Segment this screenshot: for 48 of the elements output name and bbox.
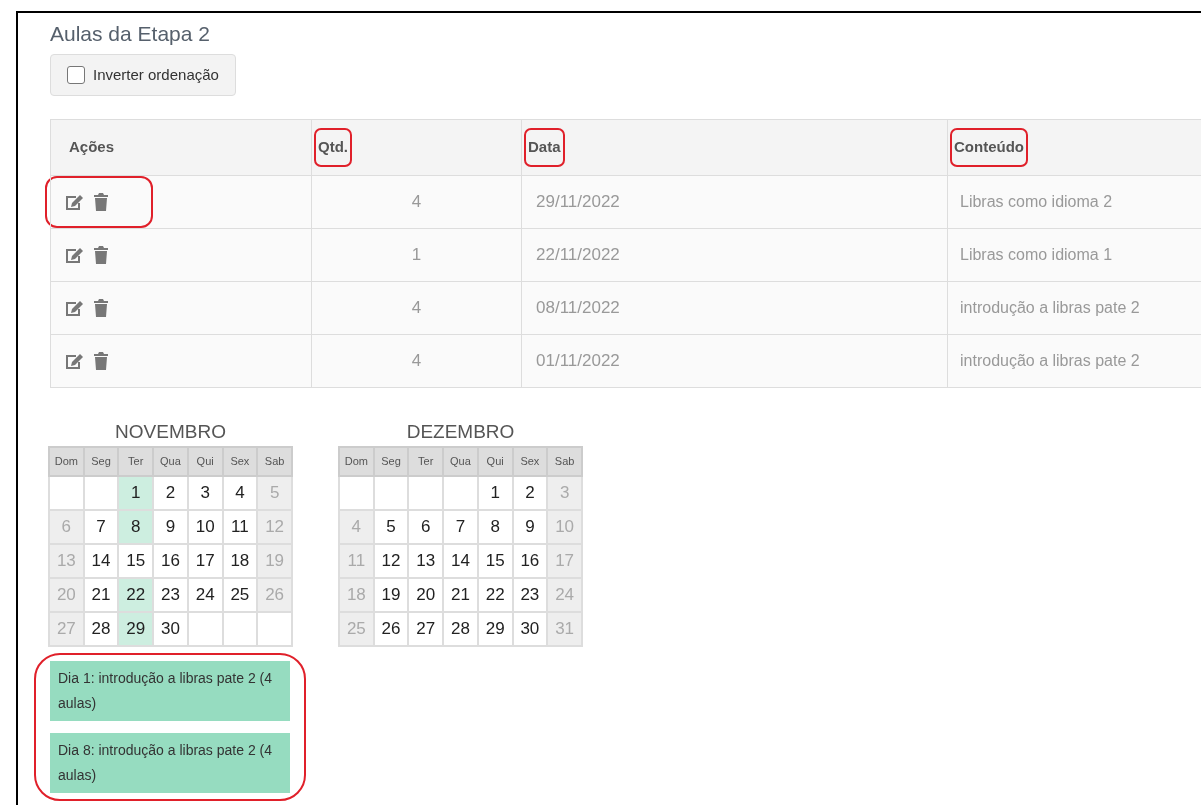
calendar-day: 4 bbox=[339, 510, 374, 544]
trash-icon[interactable] bbox=[94, 299, 108, 317]
event-note: Dia 8: introdução a libras pate 2 (4 aulas) bbox=[50, 733, 290, 793]
edit-icon[interactable] bbox=[65, 193, 84, 211]
calendar-day: 11 bbox=[339, 544, 374, 578]
edit-icon[interactable] bbox=[65, 299, 84, 317]
table-cell: 4 bbox=[311, 175, 522, 229]
weekday-header: Qua bbox=[443, 447, 478, 476]
event-note: Dia 1: introdução a libras pate 2 (4 aulas) bbox=[50, 661, 290, 721]
calendar-day: 20 bbox=[49, 578, 84, 612]
weekday-header: Seg bbox=[83, 447, 119, 476]
calendar-day: 18 bbox=[339, 578, 374, 612]
trash-icon[interactable] bbox=[94, 246, 108, 264]
weekday-header: Seg bbox=[373, 447, 409, 476]
invert-order-checkbox[interactable]: Inverter ordenação bbox=[50, 54, 236, 96]
weekday-header: Sex bbox=[222, 447, 258, 476]
weekday-header: Dom bbox=[49, 447, 84, 476]
weekday-header: Qua bbox=[153, 447, 188, 476]
calendar-day: 6 bbox=[49, 510, 84, 544]
table-cell: 1 bbox=[311, 228, 522, 282]
column-header: Qtd. bbox=[314, 128, 352, 167]
edit-icon[interactable] bbox=[65, 352, 84, 370]
edit-icon[interactable] bbox=[65, 246, 84, 264]
weekday-header: Sex bbox=[512, 447, 548, 476]
column-header: Data bbox=[524, 128, 565, 167]
weekday-header: Sab bbox=[547, 447, 582, 476]
weekday-header: Qui bbox=[477, 447, 513, 476]
trash-icon[interactable] bbox=[94, 193, 108, 211]
month-title: DEZEMBRO bbox=[406, 420, 515, 444]
table-cell: 4 bbox=[311, 334, 522, 388]
table-cell: 29/11/2022 bbox=[521, 175, 948, 229]
table-cell: 22/11/2022 bbox=[521, 228, 948, 282]
column-header: Conteúdo bbox=[950, 128, 1028, 167]
table-cell: 01/11/2022 bbox=[521, 334, 948, 388]
weekday-header: Sab bbox=[257, 447, 292, 476]
page-title: Aulas da Etapa 2 bbox=[50, 21, 211, 47]
weekday-header: Ter bbox=[118, 447, 154, 476]
table-cell: 4 bbox=[311, 281, 522, 335]
month-title: NOVEMBRO bbox=[115, 420, 226, 444]
weekday-header: Ter bbox=[408, 447, 444, 476]
weekday-header: Qui bbox=[187, 447, 223, 476]
trash-icon[interactable] bbox=[94, 352, 108, 370]
column-header: Ações bbox=[68, 137, 116, 158]
calendar-day: 25 bbox=[339, 612, 374, 646]
table-cell: 08/11/2022 bbox=[521, 281, 948, 335]
weekday-header: Dom bbox=[339, 447, 374, 476]
calendar-day: 13 bbox=[49, 544, 84, 578]
calendar-day: 27 bbox=[49, 612, 84, 646]
